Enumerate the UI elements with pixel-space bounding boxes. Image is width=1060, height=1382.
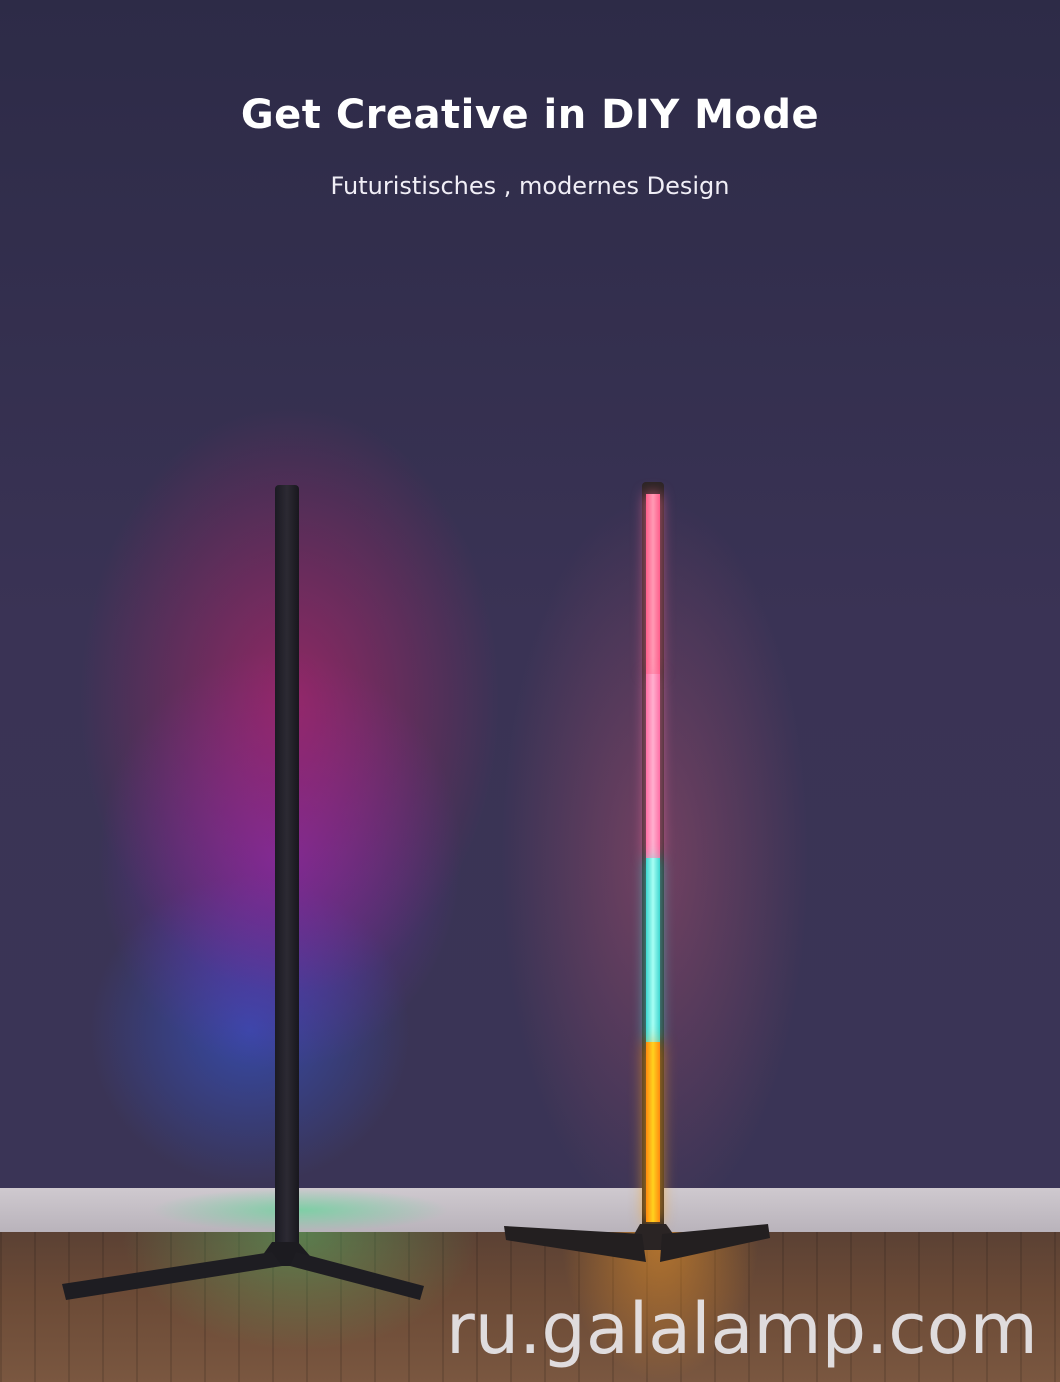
product-photo: Get Creative in DIY Mode Futuristisches …: [0, 0, 1060, 1382]
right-lamp-tripod: [504, 1224, 770, 1262]
watermark-text: ru.galalamp.com: [446, 1288, 1038, 1370]
lamp-bases: [62, 1224, 770, 1300]
left-lamp-tripod: [62, 1242, 424, 1300]
